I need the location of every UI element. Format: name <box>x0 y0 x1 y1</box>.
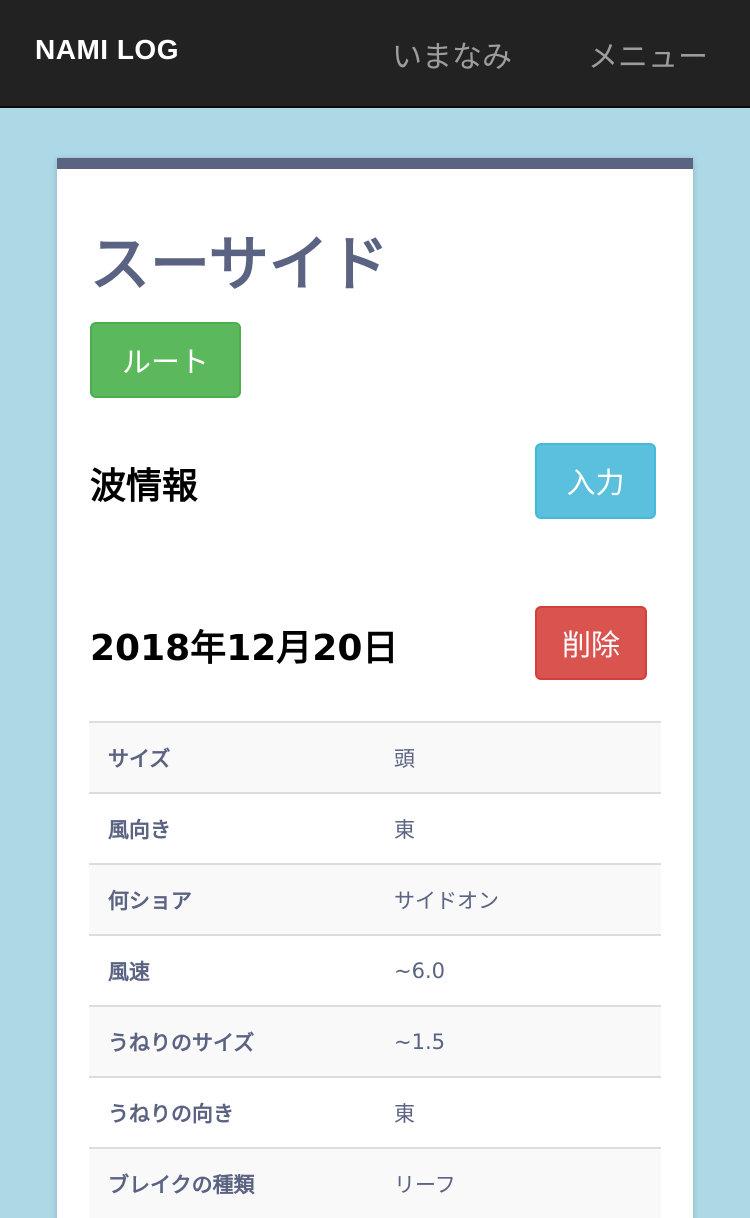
input-button[interactable]: 入力 <box>535 443 656 519</box>
row-value: リーフ <box>394 1172 456 1197</box>
table-row: ブレイクの種類 リーフ <box>89 1149 661 1218</box>
row-label: うねりの向き <box>108 1101 234 1126</box>
row-value: 東 <box>394 817 415 842</box>
row-label: 風速 <box>108 959 150 984</box>
row-label: サイズ <box>108 746 171 771</box>
row-value: ~6.0 <box>394 958 445 983</box>
wave-info-table: サイズ 頭 風向き 東 何ショア サイドオン 風速 ~6.0 うねりのサイズ ~… <box>89 721 661 1218</box>
row-label: 何ショア <box>108 888 192 913</box>
row-label: ブレイクの種類 <box>108 1172 255 1197</box>
table-row: 風速 ~6.0 <box>89 936 661 1007</box>
top-navbar: NAMI LOG いまなみ メニュー <box>0 0 750 108</box>
table-row: うねりの向き 東 <box>89 1078 661 1149</box>
delete-button[interactable]: 削除 <box>535 606 647 680</box>
spot-title: スーサイド <box>90 230 389 300</box>
spot-card: スーサイド ルート 波情報 入力 2018年12月20日 削除 サイズ 頭 風向… <box>57 158 693 1218</box>
table-row: 風向き 東 <box>89 794 661 865</box>
nav-link-now[interactable]: いまなみ <box>392 32 512 76</box>
route-button[interactable]: ルート <box>90 322 241 398</box>
row-label: うねりのサイズ <box>108 1030 255 1055</box>
table-row: うねりのサイズ ~1.5 <box>89 1007 661 1078</box>
row-value: 頭 <box>394 746 415 771</box>
table-row: 何ショア サイドオン <box>89 865 661 936</box>
brand-logo[interactable]: NAMI LOG <box>35 34 179 66</box>
nav-link-menu[interactable]: メニュー <box>588 32 708 76</box>
row-value: 東 <box>394 1101 415 1126</box>
row-label: 風向き <box>108 817 171 842</box>
table-row: サイズ 頭 <box>89 723 661 794</box>
wave-info-heading: 波情報 <box>90 466 199 507</box>
row-value: サイドオン <box>394 888 499 913</box>
entry-date: 2018年12月20日 <box>90 628 399 669</box>
row-value: ~1.5 <box>394 1029 445 1054</box>
